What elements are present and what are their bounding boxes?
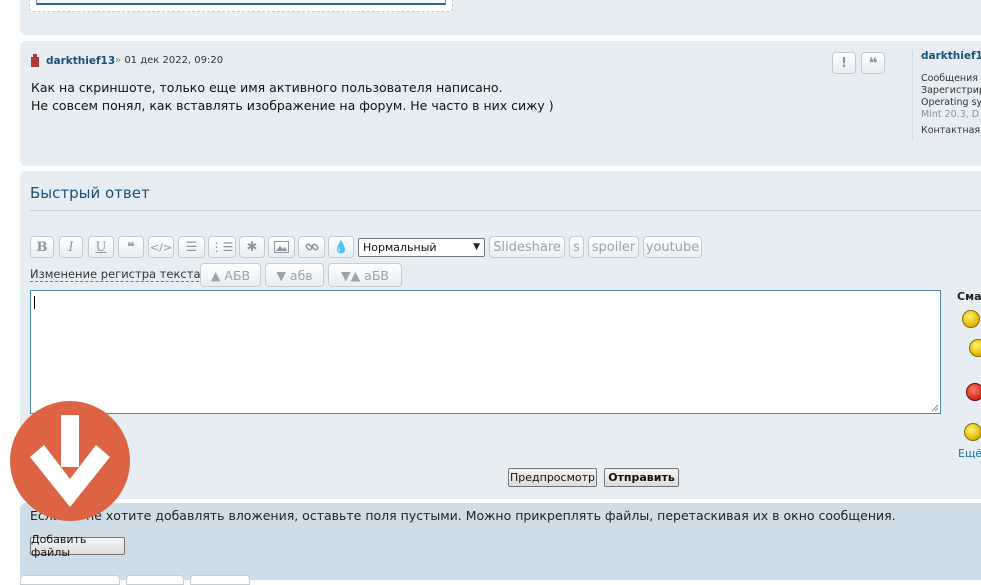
profile-os-value: Mint 20.3, D: [921, 109, 980, 120]
post-date: 01 дек 2022, 09:20: [124, 55, 224, 66]
tab-stub[interactable]: [126, 575, 184, 585]
resize-grip-icon[interactable]: [930, 403, 939, 412]
smiley-devil-icon[interactable]: [966, 383, 981, 401]
droplet-icon: 💧: [333, 240, 349, 254]
divider: [30, 210, 981, 211]
report-icon: !: [841, 55, 847, 71]
image-button[interactable]: [268, 236, 295, 258]
strike-button[interactable]: s: [569, 236, 584, 258]
quick-reply-title: Быстрый ответ: [30, 184, 150, 202]
post-line: Как на скриншоте, только еще имя активно…: [31, 80, 503, 95]
post-author-link[interactable]: darkthief13: [46, 55, 115, 67]
attachments-hint: Если вы не хотите добавлять вложения, ос…: [30, 508, 896, 523]
slideshare-button[interactable]: Slideshare: [489, 236, 565, 258]
youtube-button[interactable]: youtube: [643, 236, 702, 258]
list-button[interactable]: ☰: [178, 236, 205, 258]
quote-icon: ❝: [868, 54, 878, 72]
text-caret: [34, 296, 35, 309]
list-icon: ☰: [185, 239, 198, 255]
meta-separator: »: [115, 55, 122, 66]
quote-button[interactable]: ❝: [861, 52, 885, 74]
post-line: Не совсем понял, как вставлять изображен…: [31, 98, 554, 113]
post-content: Как на скриншоте, только еще имя активно…: [31, 79, 554, 115]
profile-username[interactable]: darkthief13: [921, 50, 981, 62]
font-size-value: Нормальный: [363, 241, 437, 254]
profile-contact: Контактная: [921, 125, 981, 136]
post-icon: [31, 54, 39, 67]
font-size-select[interactable]: Нормальный ▼: [358, 238, 485, 257]
invert-case-button[interactable]: ▼▲ аБВ: [328, 263, 402, 287]
asterisk-icon: ✱: [246, 239, 258, 255]
color-button[interactable]: 💧: [328, 236, 354, 258]
case-change-label[interactable]: Изменение регистра текста:: [30, 267, 205, 282]
underline-button[interactable]: U: [88, 236, 114, 258]
preview-button[interactable]: Предпросмотр: [508, 468, 597, 487]
lowercase-button[interactable]: ▼ абв: [265, 263, 324, 287]
code-button[interactable]: </>: [148, 236, 174, 258]
profile-os: Operating sy: [921, 97, 981, 108]
tab-stub[interactable]: [20, 575, 120, 585]
link-icon: [305, 243, 318, 251]
tab-stub[interactable]: [190, 575, 250, 585]
attachment-image[interactable]: [36, 0, 446, 5]
italic-button[interactable]: I: [59, 236, 83, 258]
quote-icon: ❝: [127, 239, 135, 255]
image-icon: [274, 241, 289, 253]
smiley-wave-icon[interactable]: [969, 339, 981, 357]
chevron-down-icon: ▼: [473, 242, 480, 252]
message-textarea[interactable]: [30, 290, 941, 414]
smiley-reading-icon[interactable]: [964, 423, 981, 441]
ordered-list-icon: ⋮☰: [210, 240, 234, 254]
add-files-button[interactable]: Добавить файлы: [30, 533, 125, 559]
bold-icon: B: [36, 239, 48, 255]
italic-icon: I: [68, 239, 74, 255]
arrow-down-icon: [30, 415, 110, 507]
bold-button[interactable]: B: [30, 236, 54, 258]
spoiler-button[interactable]: spoiler: [588, 236, 639, 258]
more-smilies-link[interactable]: Ещё: [958, 447, 981, 460]
post-meta: » 01 дек 2022, 09:20: [115, 55, 223, 66]
link-button[interactable]: [298, 236, 325, 258]
submit-button[interactable]: Отправить: [604, 468, 679, 487]
uppercase-button[interactable]: ▲ АБВ: [200, 263, 261, 287]
list-item-button[interactable]: ✱: [239, 236, 265, 258]
smiley-icon[interactable]: [962, 310, 980, 328]
quote-tool-button[interactable]: ❝: [118, 236, 144, 258]
profile-posts: Сообщения: [921, 73, 979, 84]
smilies-title: Смайлики: [957, 290, 981, 303]
profile-registered: Зарегистрир: [921, 85, 981, 96]
report-button[interactable]: !: [832, 52, 856, 74]
download-badge[interactable]: [10, 401, 130, 521]
code-icon: </>: [149, 240, 173, 254]
underline-icon: U: [95, 239, 107, 255]
ordered-list-button[interactable]: ⋮☰: [208, 236, 236, 258]
